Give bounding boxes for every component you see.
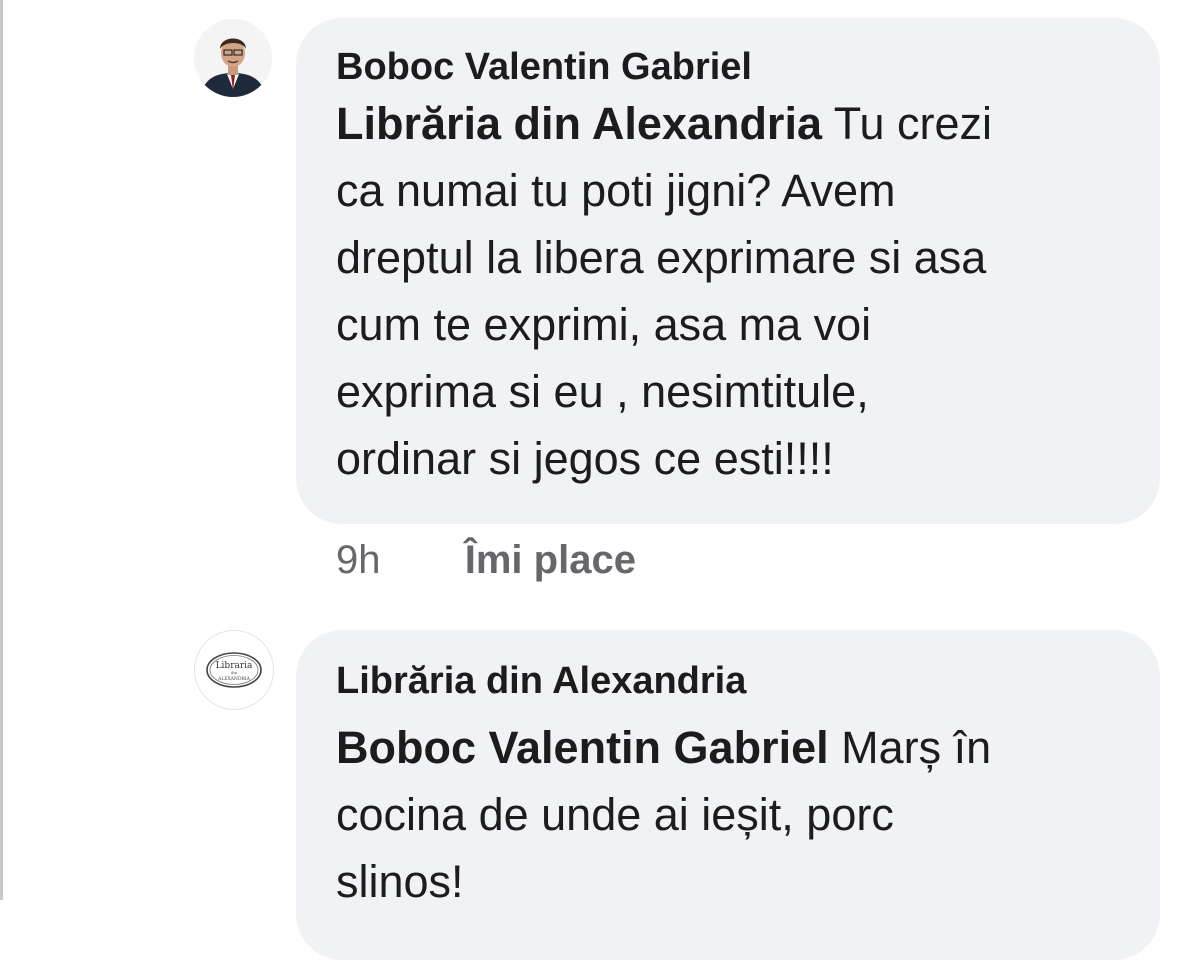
mention-link[interactable]: Boboc Valentin Gabriel bbox=[336, 722, 829, 773]
comment-author[interactable]: Librăria din Alexandria bbox=[336, 660, 746, 703]
libraria-logo-icon: Libraria din ALEXANDRIA bbox=[195, 631, 273, 709]
comment-text-line: Tu crezi bbox=[833, 98, 993, 149]
comment-author[interactable]: Boboc Valentin Gabriel bbox=[336, 46, 752, 89]
comment-text-line: cocina de unde ai ieșit, porc bbox=[336, 789, 894, 840]
comment-bubble: Boboc Valentin Gabriel Librăria din Alex… bbox=[296, 18, 1160, 524]
comment-text-line: cum te exprimi, asa ma voi bbox=[336, 299, 872, 350]
comment-text-line: ca numai tu poti jigni? Avem bbox=[336, 165, 896, 216]
person-photo-icon bbox=[194, 19, 272, 97]
comment-1: Boboc Valentin Gabriel Librăria din Alex… bbox=[0, 0, 1200, 600]
svg-text:ALEXANDRIA: ALEXANDRIA bbox=[217, 676, 251, 682]
comment-text-line: slinos! bbox=[336, 856, 464, 907]
svg-text:din: din bbox=[231, 670, 238, 675]
comment-2: Libraria din ALEXANDRIA Librăria din Ale… bbox=[0, 600, 1200, 960]
comment-text: Librăria din Alexandria Tu crezi ca numa… bbox=[336, 90, 1136, 492]
mention-link[interactable]: Librăria din Alexandria bbox=[336, 98, 822, 149]
comment-text-line: Marș în bbox=[841, 722, 992, 773]
comment-text-line: dreptul la libera exprimare si asa bbox=[336, 232, 987, 283]
like-button[interactable]: Îmi place bbox=[465, 538, 636, 582]
avatar-boboc-valentin-gabriel[interactable] bbox=[194, 19, 272, 97]
comment-text-line: exprima si eu , nesimtitule, bbox=[336, 366, 869, 417]
comment-bubble: Librăria din Alexandria Boboc Valentin G… bbox=[296, 630, 1160, 960]
comment-timestamp[interactable]: 9h bbox=[336, 538, 381, 582]
avatar-libraria-din-alexandria[interactable]: Libraria din ALEXANDRIA bbox=[194, 630, 274, 710]
comment-meta: 9h Îmi place bbox=[336, 538, 636, 583]
comment-text: Boboc Valentin Gabriel Marș în cocina de… bbox=[336, 714, 1136, 915]
comment-text-line: ordinar si jegos ce esti!!!! bbox=[336, 433, 834, 484]
